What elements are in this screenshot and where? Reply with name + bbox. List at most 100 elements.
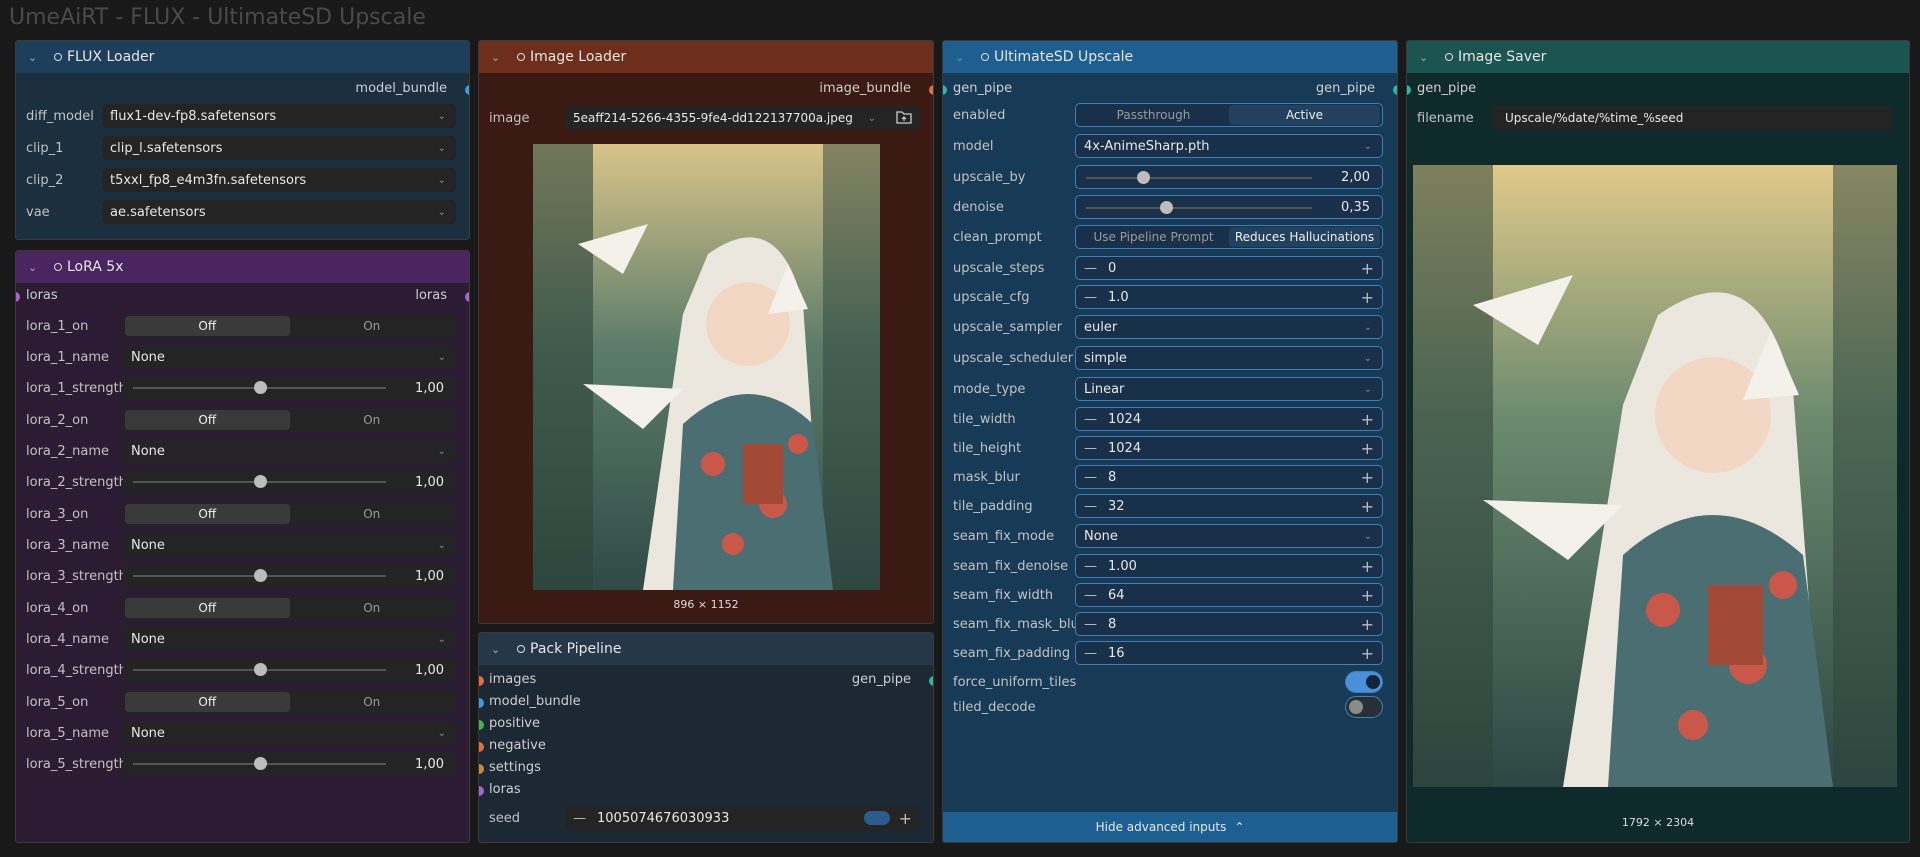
seed-input[interactable]: — 1005074676030933 +	[565, 806, 920, 830]
minus-icon[interactable]: —	[1084, 290, 1097, 305]
toggle-option-off[interactable]: Off	[125, 692, 290, 712]
lora-2-strength-slider[interactable]: 1,00	[123, 470, 456, 494]
vae-select[interactable]: ae.safetensors ⌄	[102, 200, 456, 224]
pack-pipeline-node[interactable]: ⌄ Pack Pipeline images model_bundle posi…	[478, 632, 934, 843]
seam-fix-denoise-input[interactable]: — 1.00 +	[1075, 554, 1383, 578]
toggle-option-off[interactable]: Off	[125, 316, 290, 336]
seam-fix-mode-select[interactable]: None ⌄	[1075, 524, 1383, 548]
input-socket-positive[interactable]	[479, 720, 484, 730]
model-select[interactable]: 4x-AnimeSharp.pth ⌄	[1075, 134, 1383, 158]
plus-icon[interactable]: +	[1361, 439, 1374, 458]
toggle-option-on[interactable]: On	[290, 692, 455, 712]
plus-icon[interactable]: +	[899, 809, 912, 828]
lora-3-on-toggle[interactable]: Off On	[123, 502, 456, 526]
slider-track[interactable]	[1086, 207, 1312, 209]
seam-fix-width-input[interactable]: — 64 +	[1075, 583, 1383, 607]
flux-loader-header[interactable]: ⌄ FLUX Loader	[16, 41, 469, 73]
lora-5-name-select[interactable]: None ⌄	[123, 721, 456, 745]
plus-icon[interactable]: +	[1361, 259, 1374, 278]
minus-icon[interactable]: —	[1084, 499, 1097, 514]
ultimatesd-upscale-node[interactable]: ⌄ UltimateSD Upscale gen_pipe gen_pipe e…	[942, 40, 1398, 843]
lora-5-strength-slider[interactable]: 1,00	[123, 752, 456, 776]
tile-height-input[interactable]: — 1024 +	[1075, 436, 1383, 460]
folder-upload-icon[interactable]	[896, 110, 912, 127]
plus-icon[interactable]: +	[1361, 410, 1374, 429]
slider-knob[interactable]	[253, 757, 267, 770]
slider-knob[interactable]	[253, 475, 267, 488]
upscale-scheduler-select[interactable]: simple ⌄	[1075, 346, 1383, 370]
enabled-toggle[interactable]: Passthrough Active	[1075, 103, 1383, 127]
lora-2-on-toggle[interactable]: Off On	[123, 408, 456, 432]
slider-knob[interactable]	[253, 663, 267, 676]
toggle-option-off[interactable]: Off	[125, 410, 290, 430]
mask-blur-input[interactable]: — 8 +	[1075, 465, 1383, 489]
toggle-option-on[interactable]: On	[290, 504, 455, 524]
plus-icon[interactable]: +	[1361, 615, 1374, 634]
minus-icon[interactable]: —	[1084, 588, 1097, 603]
plus-icon[interactable]: +	[1361, 644, 1374, 663]
collapse-chevron-icon[interactable]: ⌄	[28, 261, 46, 274]
slider-track[interactable]	[1086, 177, 1312, 179]
slider-knob[interactable]	[253, 569, 267, 582]
randomize-seed-icon[interactable]	[864, 811, 890, 825]
plus-icon[interactable]: +	[1361, 586, 1374, 605]
seam-fix-mask-blur-input[interactable]: — 8 +	[1075, 612, 1383, 636]
output-socket-model-bundle[interactable]	[465, 85, 469, 95]
collapse-chevron-icon[interactable]: ⌄	[955, 51, 973, 64]
denoise-slider[interactable]: 0,35	[1075, 195, 1383, 219]
flux-loader-node[interactable]: ⌄ FLUX Loader model_bundle diff_model fl…	[15, 40, 470, 240]
lora-1-strength-slider[interactable]: 1,00	[123, 376, 456, 400]
minus-icon[interactable]: —	[1084, 412, 1097, 427]
tile-width-input[interactable]: — 1024 +	[1075, 407, 1383, 431]
lora-3-name-select[interactable]: None ⌄	[123, 533, 456, 557]
minus-icon[interactable]: —	[1084, 617, 1097, 632]
upscale-cfg-input[interactable]: — 1.0 +	[1075, 285, 1383, 309]
minus-icon[interactable]: —	[1084, 646, 1097, 661]
lora-4-strength-slider[interactable]: 1,00	[123, 658, 456, 682]
input-socket-gen-pipe[interactable]	[1407, 85, 1411, 95]
image-loader-header[interactable]: ⌄ Image Loader	[479, 41, 933, 73]
clip-1-select[interactable]: clip_l.safetensors ⌄	[102, 136, 456, 160]
toggle-option-on[interactable]: On	[290, 598, 455, 618]
filename-input[interactable]: Upscale/%date/%time_%seed	[1491, 106, 1893, 130]
plus-icon[interactable]: +	[1361, 468, 1374, 487]
slider-knob[interactable]	[1159, 201, 1173, 214]
input-socket-settings[interactable]	[479, 764, 484, 774]
plus-icon[interactable]: +	[1361, 557, 1374, 576]
upscale-by-slider[interactable]: 2,00	[1075, 165, 1383, 189]
slider-knob[interactable]	[1137, 171, 1150, 184]
diff-model-select[interactable]: flux1-dev-fp8.safetensors ⌄	[102, 104, 456, 128]
toggle-option-b[interactable]: Reduces Hallucinations	[1229, 227, 1380, 247]
minus-icon[interactable]: —	[1084, 261, 1097, 276]
input-socket-loras[interactable]	[479, 786, 484, 796]
force-uniform-tiles-switch[interactable]	[1345, 671, 1383, 693]
pack-pipeline-header[interactable]: ⌄ Pack Pipeline	[479, 633, 933, 665]
seam-fix-padding-input[interactable]: — 16 +	[1075, 641, 1383, 665]
clip-2-select[interactable]: t5xxl_fp8_e4m3fn.safetensors ⌄	[102, 168, 456, 192]
tile-padding-input[interactable]: — 32 +	[1075, 494, 1383, 518]
hide-advanced-inputs-button[interactable]: Hide advanced inputs ⌃	[943, 812, 1397, 842]
lora-4-name-select[interactable]: None ⌄	[123, 627, 456, 651]
minus-icon[interactable]: —	[1084, 441, 1097, 456]
toggle-option-a[interactable]: Use Pipeline Prompt	[1078, 227, 1229, 247]
ultimatesd-upscale-header[interactable]: ⌄ UltimateSD Upscale	[943, 41, 1397, 73]
toggle-option-off[interactable]: Off	[125, 598, 290, 618]
toggle-option-on[interactable]: On	[290, 316, 455, 336]
collapse-chevron-icon[interactable]: ⌄	[491, 643, 509, 656]
lora-1-name-select[interactable]: None ⌄	[123, 345, 456, 369]
mode-type-select[interactable]: Linear ⌄	[1075, 377, 1383, 401]
plus-icon[interactable]: +	[1361, 288, 1374, 307]
output-socket-gen-pipe[interactable]	[1393, 85, 1397, 95]
lora-4-on-toggle[interactable]: Off On	[123, 596, 456, 620]
input-socket-images[interactable]	[479, 676, 484, 686]
input-socket-loras[interactable]	[16, 292, 20, 302]
lora-3-strength-slider[interactable]: 1,00	[123, 564, 456, 588]
switch-knob[interactable]	[1349, 700, 1363, 714]
input-socket-gen-pipe[interactable]	[943, 85, 947, 95]
image-saver-node[interactable]: ⌄ Image Saver gen_pipe filename Upscale/…	[1406, 40, 1910, 843]
slider-knob[interactable]	[253, 381, 267, 394]
output-socket-gen-pipe[interactable]	[929, 676, 933, 686]
minus-icon[interactable]: —	[1084, 559, 1097, 574]
clean-prompt-toggle[interactable]: Use Pipeline Prompt Reduces Hallucinatio…	[1075, 225, 1383, 249]
switch-knob[interactable]	[1366, 675, 1380, 689]
